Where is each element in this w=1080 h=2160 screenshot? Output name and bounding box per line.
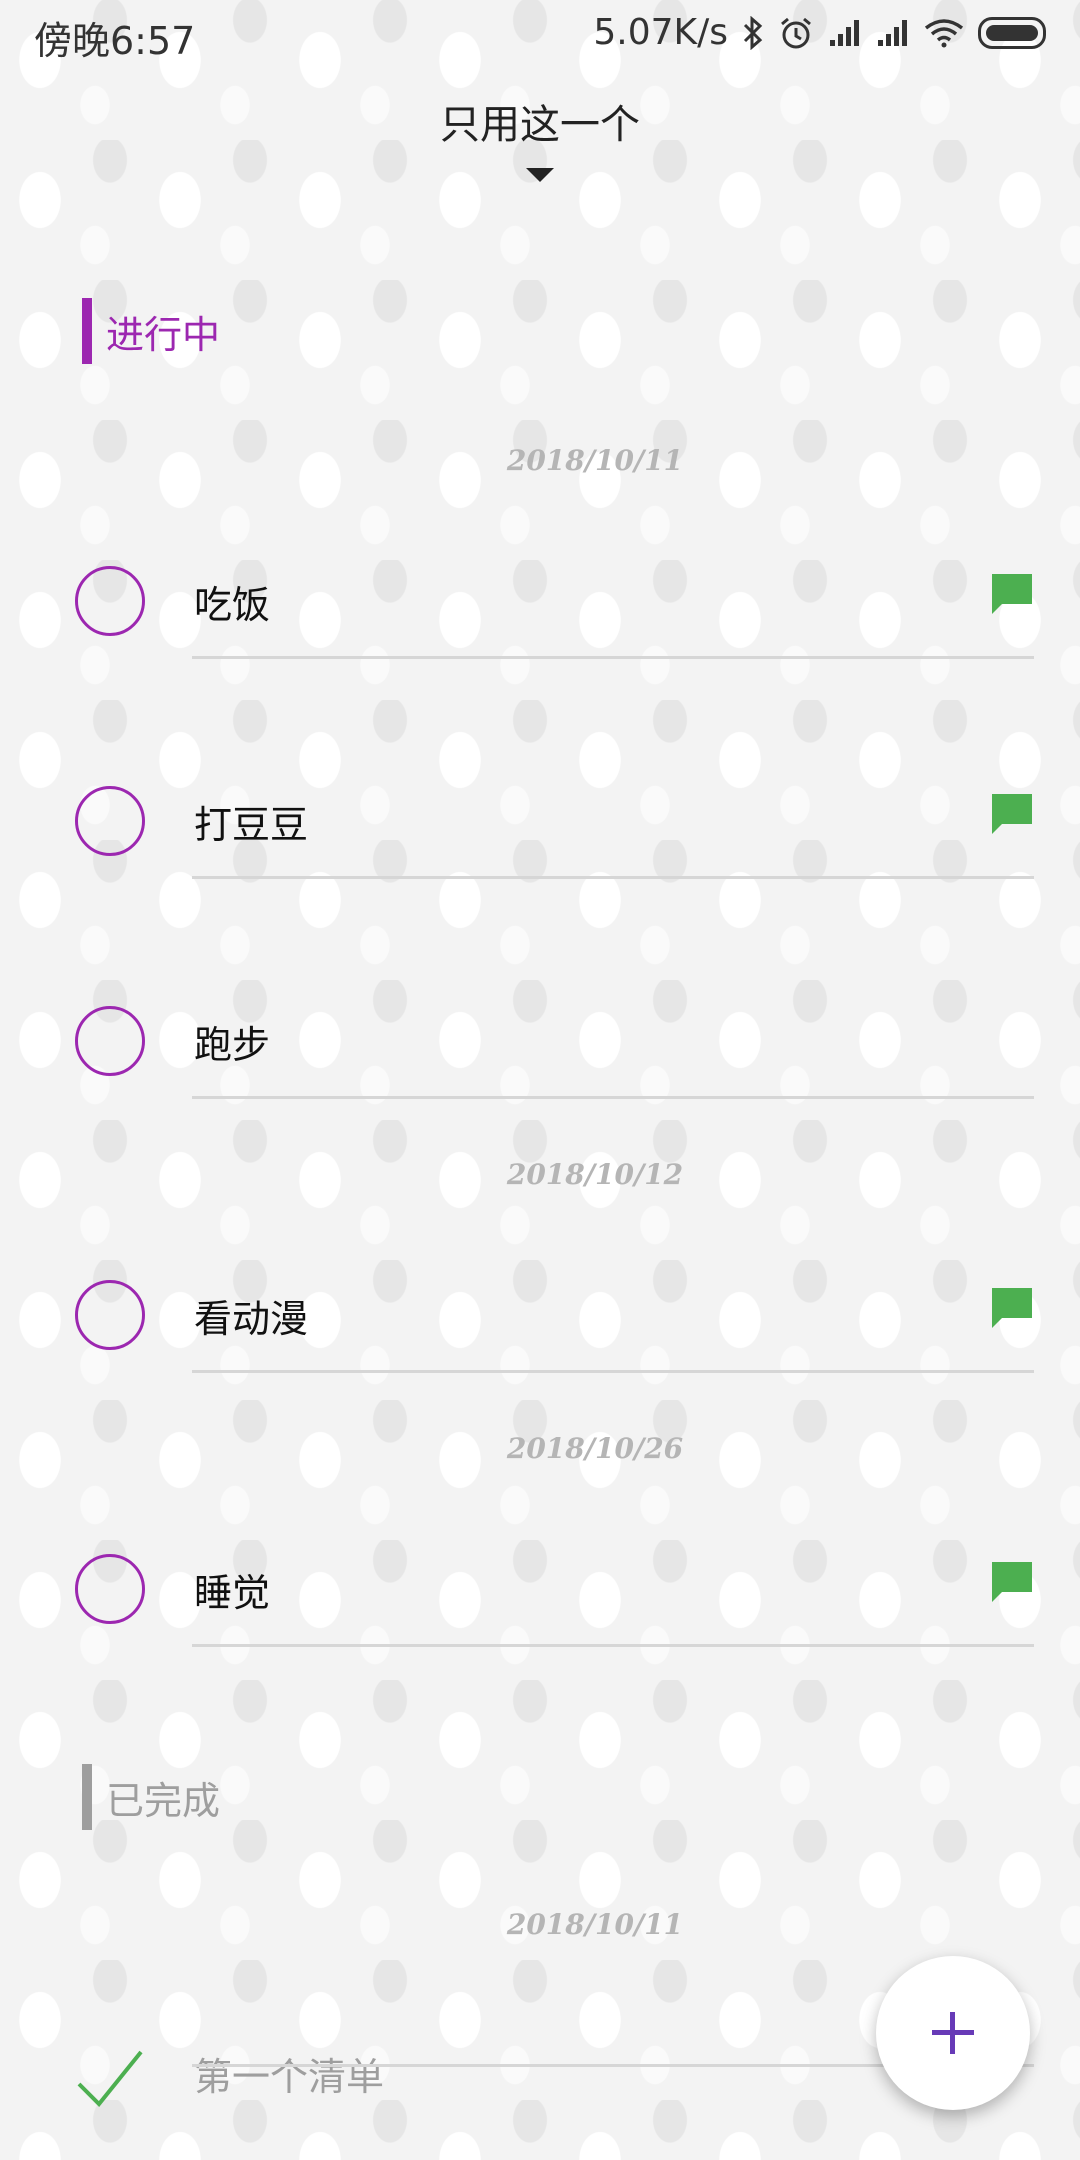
todo-text[interactable]: 睡觉 bbox=[194, 1562, 270, 1617]
signal-icon bbox=[878, 19, 907, 46]
todo-text[interactable]: 看动漫 bbox=[194, 1288, 308, 1343]
section-accent-bar bbox=[82, 1764, 92, 1830]
caret-down-icon[interactable] bbox=[526, 168, 554, 182]
note-icon[interactable] bbox=[990, 792, 1034, 838]
todo-text[interactable]: 打豆豆 bbox=[194, 794, 308, 849]
note-icon[interactable] bbox=[990, 572, 1034, 618]
divider bbox=[192, 1096, 1034, 1099]
date-header: 2018/10/12 bbox=[506, 1158, 684, 1191]
note-icon[interactable] bbox=[990, 1286, 1034, 1332]
todo-item[interactable]: 打豆豆 bbox=[0, 768, 1080, 879]
divider bbox=[192, 876, 1034, 879]
battery-icon bbox=[978, 16, 1046, 49]
divider bbox=[192, 1370, 1034, 1373]
complete-checkbox[interactable] bbox=[75, 1006, 145, 1076]
divider bbox=[192, 656, 1034, 659]
date-header: 2018/10/11 bbox=[506, 1908, 684, 1941]
status-time: 傍晚6:57 bbox=[34, 19, 196, 63]
section-done: 已完成 bbox=[82, 1764, 220, 1830]
wifi-icon bbox=[924, 18, 964, 47]
complete-checkbox[interactable] bbox=[75, 1280, 145, 1350]
todo-text[interactable]: 吃饭 bbox=[194, 574, 270, 629]
todo-text[interactable]: 跑步 bbox=[194, 1014, 270, 1069]
complete-checkbox[interactable] bbox=[75, 786, 145, 856]
complete-checkbox[interactable] bbox=[75, 566, 145, 636]
list-title[interactable]: 只用这一个 bbox=[0, 92, 1080, 150]
todo-item[interactable]: 睡觉 bbox=[0, 1536, 1080, 1647]
done-text[interactable]: 第一个清单 bbox=[194, 2046, 384, 2101]
section-in-progress: 进行中 bbox=[82, 298, 220, 364]
section-accent-bar bbox=[82, 298, 92, 364]
date-header: 2018/10/11 bbox=[506, 444, 684, 477]
complete-checkbox[interactable] bbox=[75, 1554, 145, 1624]
todo-item[interactable]: 吃饭 bbox=[0, 548, 1080, 659]
date-header: 2018/10/26 bbox=[506, 1432, 684, 1465]
status-icons: 5.07K/s bbox=[593, 12, 1046, 53]
bluetooth-icon bbox=[743, 15, 763, 50]
todo-item[interactable]: 跑步 bbox=[0, 988, 1080, 1099]
section-label: 已完成 bbox=[106, 1778, 221, 1823]
note-icon[interactable] bbox=[990, 1560, 1034, 1606]
status-bar: 傍晚6:57 5.07K/s bbox=[0, 0, 1080, 66]
divider bbox=[192, 1644, 1034, 1647]
section-label: 进行中 bbox=[106, 312, 221, 357]
alarm-icon bbox=[781, 17, 811, 48]
signal-icon bbox=[830, 19, 859, 46]
add-task-button[interactable] bbox=[876, 1956, 1030, 2110]
check-icon[interactable] bbox=[75, 2044, 145, 2114]
net-speed: 5.07K/s bbox=[593, 12, 728, 53]
todo-item[interactable]: 看动漫 bbox=[0, 1262, 1080, 1373]
